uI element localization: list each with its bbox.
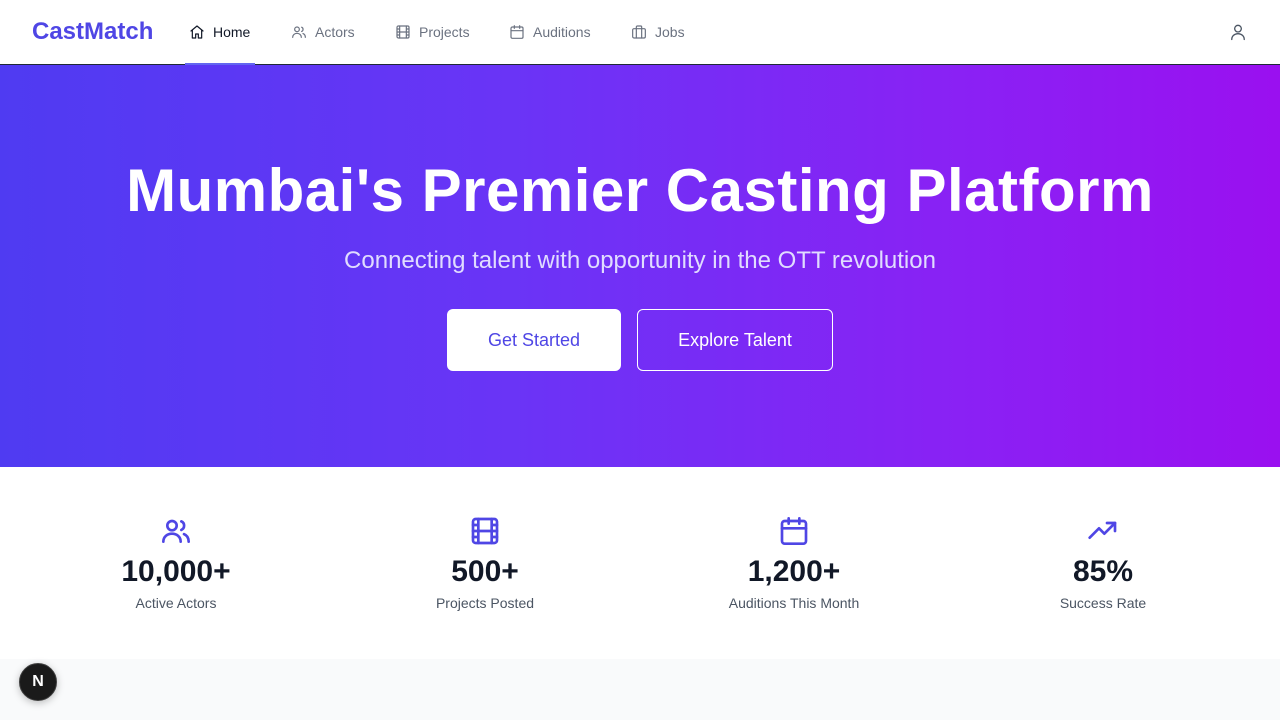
stat-active-actors: 10,000+ Active Actors bbox=[46, 515, 306, 613]
nav-item-projects[interactable]: Projects bbox=[391, 0, 474, 64]
lower-section bbox=[0, 659, 1280, 720]
explore-talent-button[interactable]: Explore Talent bbox=[637, 309, 833, 371]
nav-item-label: Jobs bbox=[655, 24, 685, 40]
trending-up-icon bbox=[1087, 515, 1119, 547]
calendar-icon bbox=[509, 24, 525, 40]
home-icon bbox=[189, 24, 205, 40]
nav-item-label: Home bbox=[213, 24, 251, 40]
nav-item-label: Actors bbox=[315, 24, 355, 40]
users-icon bbox=[291, 24, 307, 40]
stat-value: 1,200+ bbox=[747, 555, 841, 588]
briefcase-icon bbox=[631, 24, 647, 40]
users-icon bbox=[160, 515, 192, 547]
user-icon bbox=[1228, 22, 1248, 42]
hero-title: Mumbai's Premier Casting Platform bbox=[126, 157, 1154, 224]
nav-item-actors[interactable]: Actors bbox=[287, 0, 359, 64]
stat-auditions-this-month: 1,200+ Auditions This Month bbox=[664, 515, 924, 613]
nav-item-home[interactable]: Home bbox=[185, 0, 255, 65]
hero-section: Mumbai's Premier Casting Platform Connec… bbox=[0, 65, 1280, 467]
stat-label: Auditions This Month bbox=[728, 595, 860, 611]
stat-label: Success Rate bbox=[1059, 595, 1147, 611]
nav-item-label: Projects bbox=[419, 24, 470, 40]
stat-projects-posted: 500+ Projects Posted bbox=[355, 515, 615, 613]
film-icon bbox=[469, 515, 501, 547]
stat-success-rate: 85% Success Rate bbox=[973, 515, 1233, 613]
stat-value: 10,000+ bbox=[121, 555, 231, 588]
nav-item-auditions[interactable]: Auditions bbox=[505, 0, 595, 64]
user-profile-button[interactable] bbox=[1226, 20, 1250, 44]
calendar-icon bbox=[778, 515, 810, 547]
nextjs-icon: N bbox=[32, 673, 44, 690]
hero-subtitle: Connecting talent with opportunity in th… bbox=[344, 247, 936, 274]
stat-label: Projects Posted bbox=[435, 595, 535, 611]
brand-logo[interactable]: CastMatch bbox=[32, 16, 153, 48]
nextjs-dev-badge[interactable]: N bbox=[19, 663, 57, 701]
film-icon bbox=[395, 24, 411, 40]
stat-label: Active Actors bbox=[135, 595, 217, 611]
nav-item-label: Auditions bbox=[533, 24, 591, 40]
get-started-button[interactable]: Get Started bbox=[447, 309, 621, 371]
nav-item-jobs[interactable]: Jobs bbox=[627, 0, 689, 64]
top-navbar: CastMatch Home Actors Projects Auditions… bbox=[0, 0, 1280, 65]
stat-value: 500+ bbox=[451, 555, 519, 588]
stats-section: 10,000+ Active Actors 500+ Projects Post… bbox=[0, 467, 1280, 659]
stat-value: 85% bbox=[1072, 555, 1134, 588]
